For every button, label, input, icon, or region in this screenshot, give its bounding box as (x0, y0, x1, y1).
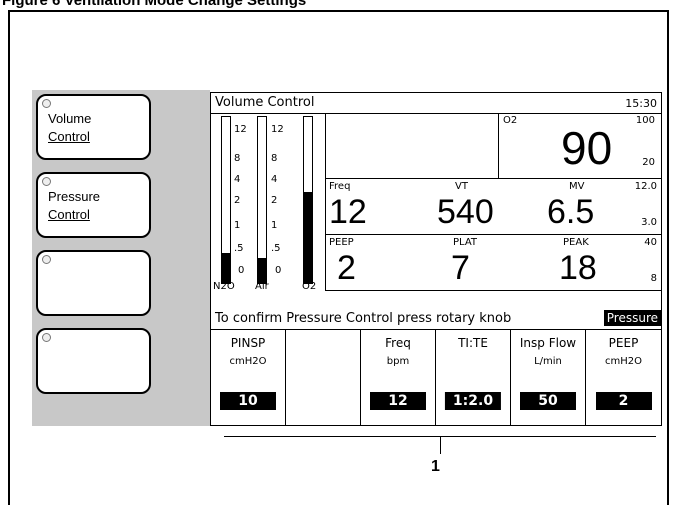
indicator-led-icon (42, 333, 51, 342)
tick-label: 0 (238, 265, 245, 276)
blank-key[interactable] (286, 330, 361, 425)
key-value: 12 (370, 392, 426, 410)
indicator-led-icon (42, 99, 51, 108)
confirm-prompt: To confirm Pressure Control press rotary… (211, 309, 661, 330)
key-unit: cmH2O (229, 356, 267, 367)
n2o-bar-fill (222, 253, 230, 283)
button-label: Control (48, 207, 90, 222)
clock: 15:30 (625, 97, 657, 110)
tick-label: 2 (234, 195, 241, 206)
tick-label: 12 (271, 124, 284, 135)
plat-label: PLAT (453, 237, 478, 248)
display-header: Volume Control 15:30 (211, 93, 661, 114)
volume-control-button[interactable]: Volume Control (36, 94, 151, 160)
key-name: Insp Flow (519, 336, 577, 350)
air-label: Air (255, 281, 269, 292)
key-unit: bpm (386, 356, 410, 367)
indicator-led-icon (42, 177, 51, 186)
key-unit: cmH2O (605, 356, 642, 367)
peep-key[interactable]: PEEP cmH2O 2 (586, 330, 661, 425)
ventilator-display: Volume Control 15:30 12 8 4 2 1 .5 0 12 … (210, 92, 662, 426)
vt-value: 540 (437, 193, 494, 231)
prompt-text: To confirm Pressure Control press rotary… (215, 311, 512, 326)
o2-bar-fill (304, 191, 312, 283)
plat-value: 7 (451, 249, 470, 287)
blank-side-button-4[interactable] (36, 328, 151, 394)
o2-label: O2 (503, 115, 518, 126)
indicator-led-icon (42, 255, 51, 264)
freq-label: Freq (329, 181, 351, 192)
tick-label: 8 (234, 153, 241, 164)
button-label: Control (48, 129, 90, 144)
tick-label: 4 (271, 174, 278, 185)
tick-label: 8 (271, 153, 278, 164)
blank-side-button-3[interactable] (36, 250, 151, 316)
key-name: PEEP (608, 336, 639, 350)
o2-high-alarm: 100 (635, 115, 655, 126)
freq-key[interactable]: Freq bpm 12 (361, 330, 436, 425)
key-name: Freq (385, 336, 411, 350)
o2-value: 90 (561, 122, 613, 174)
ti-te-key[interactable]: TI:TE 1:2.0 (436, 330, 511, 425)
key-name: PINSP (230, 336, 266, 350)
air-bar (257, 116, 267, 284)
waveform-area (325, 113, 499, 179)
button-label: Volume (48, 111, 92, 126)
mv-value: 6.5 (547, 193, 595, 231)
peak-low-alarm: 8 (650, 273, 657, 284)
key-value: 10 (220, 392, 276, 410)
n2o-bar (221, 116, 231, 284)
tick-label: 1 (271, 220, 278, 231)
peep-label: PEEP (329, 237, 354, 248)
vt-label: VT (455, 181, 468, 192)
pinsp-key[interactable]: PINSP cmH2O 10 (211, 330, 286, 425)
key-value: 1:2.0 (444, 392, 502, 410)
insp-flow-key[interactable]: Insp Flow L/min 50 (511, 330, 586, 425)
volume-row: Freq 12 VT 540 MV 6.5 12.0 3.0 (325, 179, 661, 235)
mv-label: MV (569, 181, 585, 192)
key-name: TI:TE (458, 336, 488, 350)
o2-readout: O2 90 100 20 (499, 113, 661, 179)
pending-mode-badge: Pressure (603, 310, 661, 326)
mode-title: Volume Control (215, 95, 315, 110)
callout-leader (440, 436, 441, 454)
pressure-control-button[interactable]: Pressure Control (36, 172, 151, 238)
figure-caption: Figure 6 Ventilation Mode Change Setting… (2, 0, 307, 9)
setting-keys: PINSP cmH2O 10 Freq bpm 12 TI:TE 1:2.0 I… (211, 330, 661, 425)
peep-value: 2 (337, 249, 356, 287)
key-value: 2 (595, 392, 652, 410)
tick-label: 1 (234, 220, 241, 231)
peak-value: 18 (559, 249, 597, 287)
callout-number: 1 (431, 458, 440, 475)
button-label: Pressure (48, 189, 101, 204)
peak-high-alarm: 40 (644, 237, 657, 248)
mv-high-alarm: 12.0 (634, 181, 657, 192)
o2-bar-label: O2 (302, 281, 317, 292)
tick-label: 0 (275, 265, 282, 276)
o2-low-alarm: 20 (642, 157, 655, 168)
tick-label: 2 (271, 195, 278, 206)
tick-label: .5 (234, 243, 244, 254)
air-bar-fill (258, 258, 266, 283)
key-value: 50 (520, 392, 576, 410)
n2o-label: N2O (213, 281, 235, 292)
key-unit: L/min (534, 356, 562, 367)
tick-label: 4 (234, 174, 241, 185)
mv-low-alarm: 3.0 (641, 217, 657, 228)
tick-label: .5 (271, 243, 281, 254)
o2-bar (303, 116, 313, 284)
tick-label: 12 (234, 124, 247, 135)
peak-label: PEAK (563, 237, 589, 248)
pressure-row: PEEP 2 PLAT 7 PEAK 18 40 8 (325, 235, 661, 291)
gas-flow-bars: 12 8 4 2 1 .5 0 12 8 4 2 1 .5 0 N2O Air … (211, 113, 326, 292)
freq-value: 12 (329, 193, 367, 231)
